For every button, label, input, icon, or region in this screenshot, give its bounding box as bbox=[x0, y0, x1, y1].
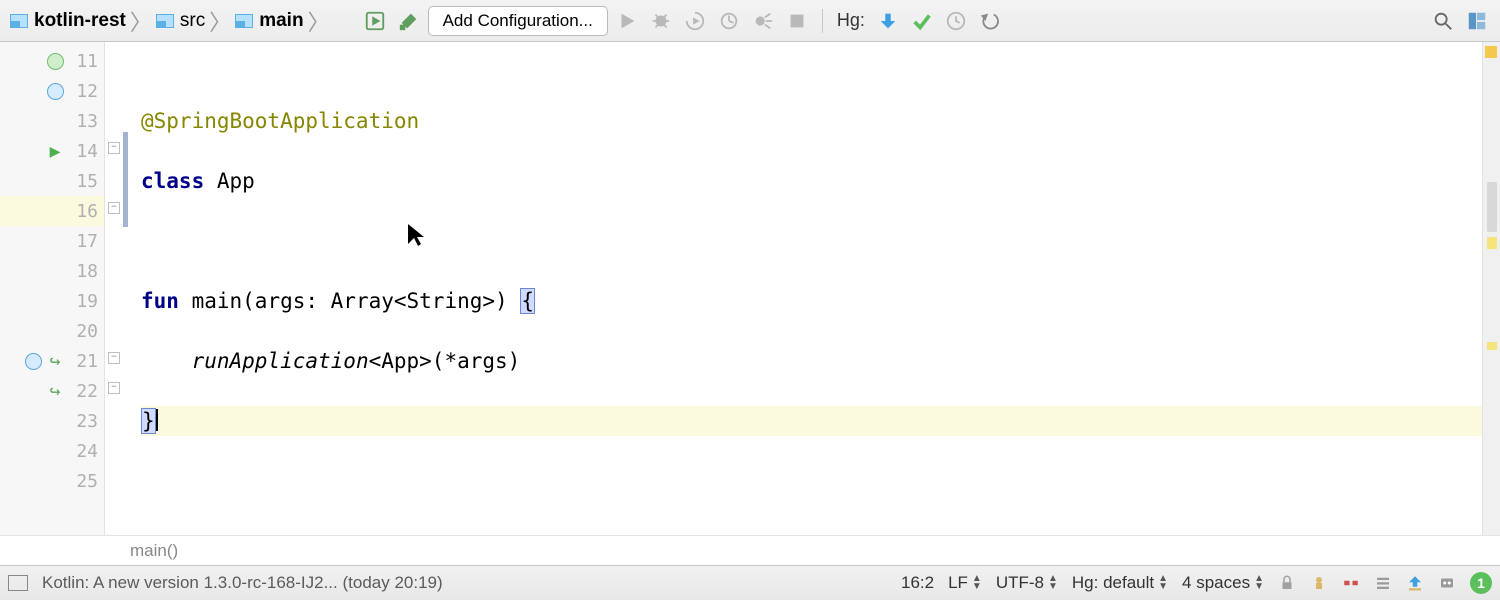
breadcrumb-main-label: main bbox=[259, 10, 303, 32]
fold-toggle-icon[interactable]: − bbox=[108, 382, 120, 394]
folder-icon bbox=[10, 14, 28, 28]
warning-marker[interactable] bbox=[1487, 237, 1497, 249]
navigate-icon[interactable]: ↪ bbox=[46, 352, 64, 370]
search-everywhere-button[interactable] bbox=[1428, 6, 1458, 36]
spring-bean-icon[interactable] bbox=[47, 53, 64, 70]
editor-overview-ruler[interactable] bbox=[1482, 42, 1500, 535]
breadcrumb-separator-icon: 〉 bbox=[128, 5, 154, 37]
breadcrumb-src[interactable]: src bbox=[154, 10, 207, 32]
coverage-button[interactable] bbox=[680, 6, 710, 36]
breadcrumb-project-label: kotlin-rest bbox=[34, 10, 126, 32]
line-number: 24 bbox=[68, 441, 98, 462]
main-toolbar: kotlin-rest 〉 src 〉 main 〉 Add Configura… bbox=[0, 0, 1500, 42]
tasks-icon[interactable] bbox=[1438, 574, 1456, 592]
status-bar: Kotlin: A new version 1.3.0-rc-168-IJ2..… bbox=[0, 565, 1500, 600]
line-number: 20 bbox=[68, 321, 98, 342]
fold-toggle-icon[interactable]: − bbox=[108, 352, 120, 364]
fold-toggle-icon[interactable]: − bbox=[108, 202, 120, 214]
line-number: 17 bbox=[68, 231, 98, 252]
profile-button[interactable] bbox=[714, 6, 744, 36]
line-number: 18 bbox=[68, 261, 98, 282]
readonly-lock-icon[interactable] bbox=[1278, 574, 1296, 592]
warning-marker[interactable] bbox=[1487, 342, 1497, 350]
breadcrumb: kotlin-rest 〉 src 〉 main 〉 bbox=[8, 5, 332, 37]
fold-toggle-icon[interactable]: − bbox=[108, 142, 120, 154]
line-number: 22 bbox=[68, 381, 98, 402]
vcs-change-marker[interactable] bbox=[123, 132, 128, 227]
breadcrumb-separator-icon: 〉 bbox=[207, 5, 233, 37]
folder-icon bbox=[156, 14, 174, 28]
line-number: 25 bbox=[68, 471, 98, 492]
vcs-label: Hg: bbox=[833, 10, 869, 31]
line-number: 15 bbox=[68, 171, 98, 192]
floating-toolbar-icon[interactable] bbox=[1374, 574, 1392, 592]
line-number: 21 bbox=[68, 351, 98, 372]
editor-gutter[interactable]: 11 12 13 ▶14 15 16 17 18 19 20 ↪21 ↪22 2… bbox=[0, 42, 105, 535]
line-separator-selector[interactable]: LF▲▼ bbox=[948, 573, 982, 593]
indent-selector[interactable]: 4 spaces▲▼ bbox=[1182, 573, 1264, 593]
encoding-selector[interactable]: UTF-8▲▼ bbox=[996, 573, 1058, 593]
vcs-update-button[interactable] bbox=[873, 6, 903, 36]
folder-icon bbox=[235, 14, 253, 28]
breadcrumb-project[interactable]: kotlin-rest bbox=[8, 10, 128, 32]
line-number: 14 bbox=[68, 141, 98, 162]
vcs-branch-selector[interactable]: Hg: default▲▼ bbox=[1072, 573, 1168, 593]
breadcrumb-separator-icon: 〉 bbox=[306, 5, 332, 37]
editor-container: 11 12 13 ▶14 15 16 17 18 19 20 ↪21 ↪22 2… bbox=[0, 42, 1500, 565]
run-configuration-selector[interactable]: Add Configuration... bbox=[428, 6, 608, 36]
caret-position[interactable]: 16:2 bbox=[901, 573, 934, 593]
editor-code-area[interactable]: @SpringBootApplication class App fun mai… bbox=[123, 42, 1482, 535]
vcs-history-button[interactable] bbox=[941, 6, 971, 36]
scrollbar-thumb[interactable] bbox=[1487, 182, 1497, 232]
attach-debugger-button[interactable] bbox=[748, 6, 778, 36]
line-number: 23 bbox=[68, 411, 98, 432]
hector-icon[interactable] bbox=[1310, 574, 1328, 592]
line-number: 12 bbox=[68, 81, 98, 102]
tool-windows-button[interactable] bbox=[8, 575, 28, 591]
editor-breadcrumb-item[interactable]: main() bbox=[130, 541, 178, 561]
run-dashboard-button[interactable] bbox=[360, 6, 390, 36]
upload-indicator-icon[interactable] bbox=[1406, 574, 1424, 592]
text-caret bbox=[156, 409, 158, 431]
project-structure-button[interactable] bbox=[1462, 6, 1492, 36]
line-number: 19 bbox=[68, 291, 98, 312]
run-configuration-label: Add Configuration... bbox=[443, 11, 593, 31]
run-button[interactable] bbox=[612, 6, 642, 36]
vcs-commit-button[interactable] bbox=[907, 6, 937, 36]
notifications-badge[interactable]: 1 bbox=[1470, 572, 1492, 594]
navigate-icon[interactable]: ↪ bbox=[46, 382, 64, 400]
code-editor[interactable]: 11 12 13 ▶14 15 16 17 18 19 20 ↪21 ↪22 2… bbox=[0, 42, 1500, 535]
debug-button[interactable] bbox=[646, 6, 676, 36]
line-number: 13 bbox=[68, 111, 98, 132]
spring-bean-icon[interactable] bbox=[25, 353, 42, 370]
vcs-revert-button[interactable] bbox=[975, 6, 1005, 36]
status-message[interactable]: Kotlin: A new version 1.3.0-rc-168-IJ2..… bbox=[42, 573, 443, 593]
fold-column[interactable]: − − − − bbox=[105, 42, 123, 535]
editor-breadcrumb-bar[interactable]: main() bbox=[0, 535, 1500, 565]
inspection-status-icon[interactable] bbox=[1485, 46, 1497, 58]
run-gutter-icon[interactable]: ▶ bbox=[46, 142, 64, 160]
build-button[interactable] bbox=[394, 6, 424, 36]
line-number: 11 bbox=[68, 51, 98, 72]
spring-bean-icon[interactable] bbox=[47, 83, 64, 100]
line-number: 16 bbox=[68, 201, 98, 222]
breadcrumb-main[interactable]: main bbox=[233, 10, 305, 32]
breadcrumb-src-label: src bbox=[180, 10, 205, 32]
stop-button[interactable] bbox=[782, 6, 812, 36]
memory-indicator-icon[interactable] bbox=[1342, 574, 1360, 592]
